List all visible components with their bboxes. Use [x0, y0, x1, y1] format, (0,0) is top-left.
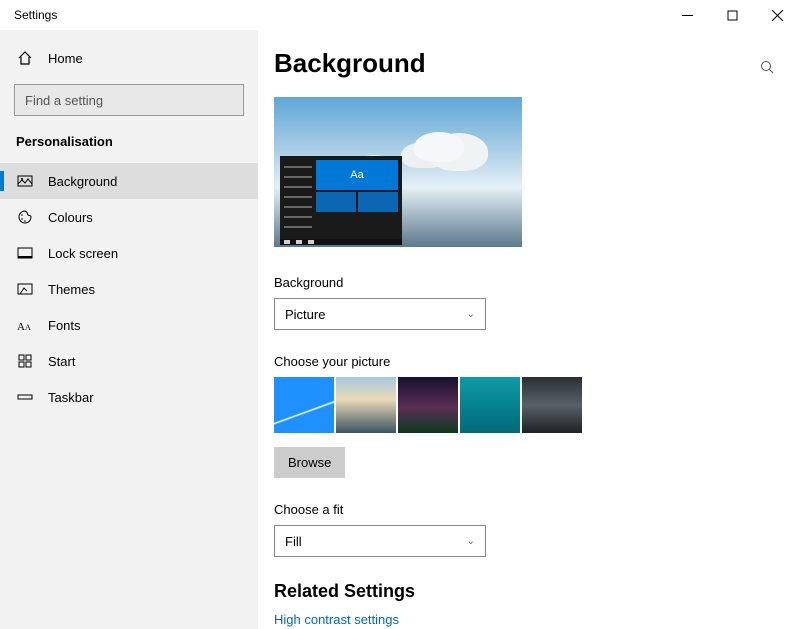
home-label: Home [48, 51, 83, 66]
taskbar-icon [16, 389, 34, 405]
background-label: Background [274, 275, 784, 290]
high-contrast-link[interactable]: High contrast settings [274, 612, 784, 627]
start-icon [16, 353, 34, 369]
background-dropdown-value: Picture [285, 307, 325, 322]
chevron-down-icon: ⌄ [467, 309, 475, 320]
close-button[interactable] [755, 0, 800, 30]
sidebar-item-themes[interactable]: Themes [0, 271, 258, 307]
sidebar-item-background[interactable]: Background [0, 163, 258, 199]
picture-icon [16, 173, 34, 189]
sidebar-item-colours[interactable]: Colours [0, 199, 258, 235]
window-title: Settings [14, 8, 57, 22]
minimize-button[interactable] [665, 0, 710, 30]
preview-sample-text: Aa [316, 160, 398, 190]
chevron-down-icon: ⌄ [467, 536, 475, 547]
sidebar-item-lockscreen[interactable]: Lock screen [0, 235, 258, 271]
sidebar-item-taskbar[interactable]: Taskbar [0, 379, 258, 415]
search-input[interactable] [14, 84, 244, 116]
palette-icon [16, 209, 34, 225]
maximize-button[interactable] [710, 0, 755, 30]
sidebar-item-label: Background [48, 174, 117, 189]
picture-thumbnail-2[interactable] [336, 377, 396, 433]
related-settings-title: Related Settings [274, 581, 784, 602]
sidebar-item-label: Colours [48, 210, 93, 225]
page-title: Background [274, 48, 784, 79]
themes-icon [16, 281, 34, 297]
picture-thumbnail-4[interactable] [460, 377, 520, 433]
minimize-icon [682, 10, 693, 21]
close-icon [772, 10, 783, 21]
sidebar-item-label: Lock screen [48, 246, 118, 261]
fonts-icon: AA [16, 317, 34, 333]
choose-picture-label: Choose your picture [274, 354, 784, 369]
content-area: Background Aa Background Picture ⌄ Choos… [258, 30, 800, 629]
browse-button[interactable]: Browse [274, 447, 345, 478]
desktop-preview: Aa [274, 97, 522, 247]
lockscreen-icon [16, 245, 34, 261]
background-dropdown[interactable]: Picture ⌄ [274, 298, 486, 330]
fit-dropdown-value: Fill [285, 534, 302, 549]
sidebar: Home Personalisation Background Colours … [0, 30, 258, 629]
maximize-icon [727, 10, 738, 21]
titlebar: Settings [0, 0, 800, 30]
svg-text:A: A [17, 321, 25, 333]
sidebar-item-label: Start [48, 354, 75, 369]
svg-text:A: A [25, 323, 31, 332]
picture-thumbnail-5[interactable] [522, 377, 582, 433]
picture-thumbnail-1[interactable] [274, 377, 334, 433]
choose-fit-label: Choose a fit [274, 502, 784, 517]
picture-thumbnail-3[interactable] [398, 377, 458, 433]
sidebar-item-start[interactable]: Start [0, 343, 258, 379]
sidebar-item-label: Fonts [48, 318, 81, 333]
sidebar-item-label: Taskbar [48, 390, 94, 405]
home-button[interactable]: Home [0, 38, 258, 78]
fit-dropdown[interactable]: Fill ⌄ [274, 525, 486, 557]
home-icon [16, 50, 34, 66]
sidebar-section-header: Personalisation [0, 130, 258, 163]
sidebar-item-fonts[interactable]: AA Fonts [0, 307, 258, 343]
sidebar-item-label: Themes [48, 282, 95, 297]
